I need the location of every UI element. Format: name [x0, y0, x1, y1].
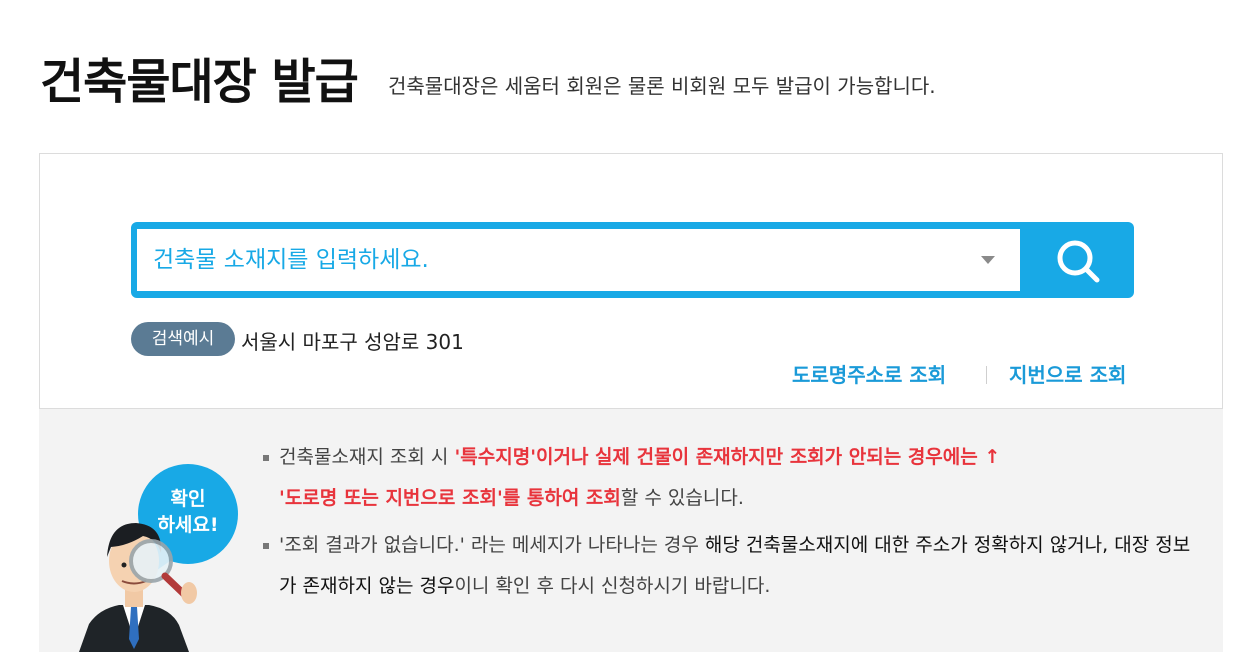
bullet-icon: [263, 455, 269, 461]
lot-number-search-link[interactable]: 지번으로 조회: [1009, 359, 1126, 388]
notice-area: 확인 하세요! 건축물소재지 조회 시 '특수지명'이거나 실제 건물이 존재하…: [39, 409, 1223, 652]
search-card: 검색예시 서울시 마포구 성암로 301 도로명주소로 조회 지번으로 조회: [39, 153, 1223, 409]
search-input[interactable]: [137, 229, 1020, 291]
man-with-magnifier-icon: 확인 하세요!: [79, 464, 238, 652]
search-button[interactable]: [1024, 222, 1134, 298]
bullet-icon: [263, 543, 269, 549]
notice-text: '조회 결과가 없습니다.' 라는 메세지가 나타나는 경우: [279, 534, 705, 556]
road-address-search-link[interactable]: 도로명주소로 조회: [792, 359, 946, 388]
search-input-wrap: [137, 229, 1020, 291]
notice-item: '조회 결과가 없습니다.' 라는 메세지가 나타나는 경우 해당 건축물소재지…: [261, 525, 1201, 607]
page-subtitle: 건축물대장은 세움터 회원은 물론 비회원 모두 발급이 가능합니다.: [388, 74, 936, 98]
notice-text: 할 수 있습니다.: [620, 487, 744, 509]
notice-list: 건축물소재지 조회 시 '특수지명'이거나 실제 건물이 존재하지만 조회가 안…: [261, 437, 1201, 607]
notice-text: 이니 확인 후 다시 신청하시기 바랍니다.: [454, 575, 771, 597]
bubble-line1: 확인: [171, 487, 206, 510]
notice-highlight: '도로명 또는 지번으로 조회'를 통하여 조회: [279, 487, 621, 509]
notice-highlight: '특수지명'이거나 실제 건물이 존재하지만 조회가 안되는 경우에는 ↑: [454, 446, 1001, 468]
page-title: 건축물대장 발급: [40, 54, 359, 110]
caret-down-icon[interactable]: [981, 256, 995, 264]
example-badge: 검색예시: [131, 322, 235, 356]
bubble-line2: 하세요!: [157, 514, 218, 536]
example-address: 서울시 마포구 성암로 301: [241, 330, 464, 354]
search-box: [131, 222, 1134, 298]
notice-text: 건축물소재지 조회 시: [279, 446, 455, 468]
search-icon: [1057, 240, 1100, 283]
notice-item: 건축물소재지 조회 시 '특수지명'이거나 실제 건물이 존재하지만 조회가 안…: [261, 437, 1201, 519]
link-divider: [986, 366, 987, 384]
